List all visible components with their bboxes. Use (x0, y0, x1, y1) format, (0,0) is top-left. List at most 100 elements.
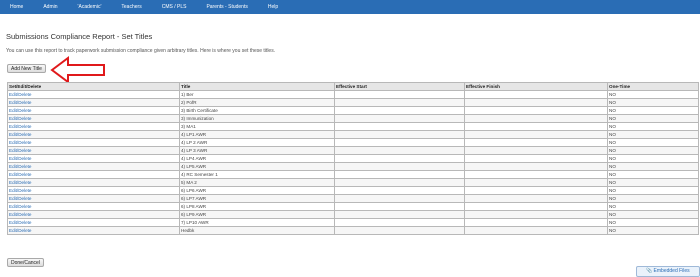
row-effective-finish-cell (464, 130, 608, 139)
row-effective-start-cell (334, 122, 465, 131)
row-one-time: NO (609, 195, 616, 201)
row-effective-start-cell (334, 146, 465, 155)
row-action-link[interactable]: Edit/Delete (9, 220, 31, 225)
row-title-cell: 1) Ber (179, 90, 335, 99)
table-row: Edit/Delete 6) LP9 AWR NO (7, 210, 699, 219)
row-action-link-cell: Edit/Delete (7, 186, 180, 195)
row-one-time: NO (609, 155, 616, 161)
row-action-link[interactable]: Edit/Delete (9, 172, 31, 177)
row-one-time: NO (609, 139, 616, 145)
row-effective-finish-cell (464, 202, 608, 211)
row-action-link-cell: Edit/Delete (7, 106, 180, 115)
row-one-time: NO (609, 211, 616, 217)
row-action-link[interactable]: Edit/Delete (9, 228, 31, 233)
done-cancel-button[interactable]: Done/Cancel (7, 258, 44, 267)
row-effective-finish-cell (464, 218, 608, 227)
table-row: Edit/Delete 4) LP 2 AWR NO (7, 138, 699, 147)
row-action-link[interactable]: Edit/Delete (9, 92, 31, 97)
row-one-time: NO (609, 179, 616, 185)
nav-item-home[interactable]: Home (0, 0, 33, 14)
row-action-link[interactable]: Edit/Delete (9, 156, 31, 161)
nav-item-teachers[interactable]: Teachers (111, 0, 151, 14)
row-one-time: NO (609, 131, 616, 137)
row-action-link-cell: Edit/Delete (7, 218, 180, 227)
nav-item-academic[interactable]: 'Academic' (68, 0, 112, 14)
row-action-link[interactable]: Edit/Delete (9, 180, 31, 185)
row-title-cell: 4) LP4 AWR (179, 154, 335, 163)
row-title-cell: 6) LP9 AWR (179, 210, 335, 219)
top-navigation-bar: Home Admin 'Academic' Teachers CMS / PLS… (0, 0, 700, 14)
row-title: 4) LP 2 AWR (181, 139, 208, 145)
row-title-cell: 3) Birth Certificate (179, 106, 335, 115)
row-effective-start-cell (334, 210, 465, 219)
row-action-link[interactable]: Edit/Delete (9, 204, 31, 209)
row-title: 4) LP1 AWR (181, 131, 207, 137)
row-effective-start-cell (334, 194, 465, 203)
row-effective-finish-cell (464, 178, 608, 187)
row-action-link[interactable]: Edit/Delete (9, 124, 31, 129)
table-header-row: Set/Edit/Delete Title Effective Start Ef… (7, 82, 699, 91)
add-new-title-button[interactable]: Add New Title (7, 64, 46, 73)
nav-item-cms-pls[interactable]: CMS / PLS (152, 0, 197, 14)
row-effective-start-cell (334, 114, 465, 123)
row-action-link[interactable]: Edit/Delete (9, 116, 31, 121)
column-header-one-time: One-Time (607, 82, 699, 91)
row-title-cell: 4) LP 3 AWR (179, 146, 335, 155)
row-effective-finish-cell (464, 90, 608, 99)
row-title: 6) LP9 AWR (181, 211, 207, 217)
row-action-link[interactable]: Edit/Delete (9, 100, 31, 105)
row-one-time: NO (609, 91, 616, 97)
column-header-effective-start: Effective Start (334, 82, 465, 91)
row-one-time: NO (609, 163, 616, 169)
row-effective-start-cell (334, 130, 465, 139)
row-title-cell: 6) LP6 AWR (179, 186, 335, 195)
row-effective-finish-cell (464, 98, 608, 107)
embedded-files-button[interactable]: 📎Embedded Files (636, 266, 700, 277)
row-title: Hedbk (181, 227, 195, 233)
row-action-link[interactable]: Edit/Delete (9, 196, 31, 201)
row-action-link[interactable]: Edit/Delete (9, 188, 31, 193)
table-row: Edit/Delete 4) LP 3 AWR NO (7, 146, 699, 155)
row-title: 4) RC Semester 1 (181, 171, 218, 177)
row-one-time-cell: NO (607, 122, 699, 131)
row-title: 3) MA1 (181, 123, 196, 129)
table-row: Edit/Delete 3) Birth Certificate NO (7, 106, 699, 115)
row-action-link-cell: Edit/Delete (7, 162, 180, 171)
titles-table: Set/Edit/Delete Title Effective Start Ef… (7, 82, 699, 235)
row-action-link[interactable]: Edit/Delete (9, 140, 31, 145)
row-action-link-cell: Edit/Delete (7, 98, 180, 107)
row-title: 4) LP4 AWR (181, 155, 207, 161)
row-title: 6) LP8 AWR (181, 203, 207, 209)
row-one-time: NO (609, 227, 616, 233)
row-one-time: NO (609, 219, 616, 225)
row-action-link[interactable]: Edit/Delete (9, 164, 31, 169)
row-action-link-cell: Edit/Delete (7, 210, 180, 219)
row-effective-start-cell (334, 218, 465, 227)
row-effective-start-cell (334, 226, 465, 235)
nav-item-help[interactable]: Help (258, 0, 288, 14)
row-action-link[interactable]: Edit/Delete (9, 108, 31, 113)
row-one-time-cell: NO (607, 146, 699, 155)
row-one-time-cell: NO (607, 98, 699, 107)
table-row: Edit/Delete 3) Immunization NO (7, 114, 699, 123)
row-action-link[interactable]: Edit/Delete (9, 148, 31, 153)
row-one-time-cell: NO (607, 90, 699, 99)
table-row: Edit/Delete 4) LP4 AWR NO (7, 154, 699, 163)
row-one-time-cell: NO (607, 194, 699, 203)
row-one-time: NO (609, 107, 616, 113)
row-one-time: NO (609, 115, 616, 121)
row-effective-finish-cell (464, 114, 608, 123)
row-title-cell: 4) LP5 AWR (179, 162, 335, 171)
row-action-link[interactable]: Edit/Delete (9, 132, 31, 137)
row-one-time-cell: NO (607, 138, 699, 147)
row-action-link-cell: Edit/Delete (7, 122, 180, 131)
nav-item-parents-students[interactable]: Parents - Students (196, 0, 257, 14)
row-one-time: NO (609, 147, 616, 153)
row-action-link[interactable]: Edit/Delete (9, 212, 31, 217)
row-one-time-cell: NO (607, 210, 699, 219)
row-action-link-cell: Edit/Delete (7, 178, 180, 187)
nav-item-admin[interactable]: Admin (33, 0, 67, 14)
row-title: 7) LP10 AWR (181, 219, 209, 225)
row-one-time: NO (609, 203, 616, 209)
row-title: 4) LP 3 AWR (181, 147, 208, 153)
